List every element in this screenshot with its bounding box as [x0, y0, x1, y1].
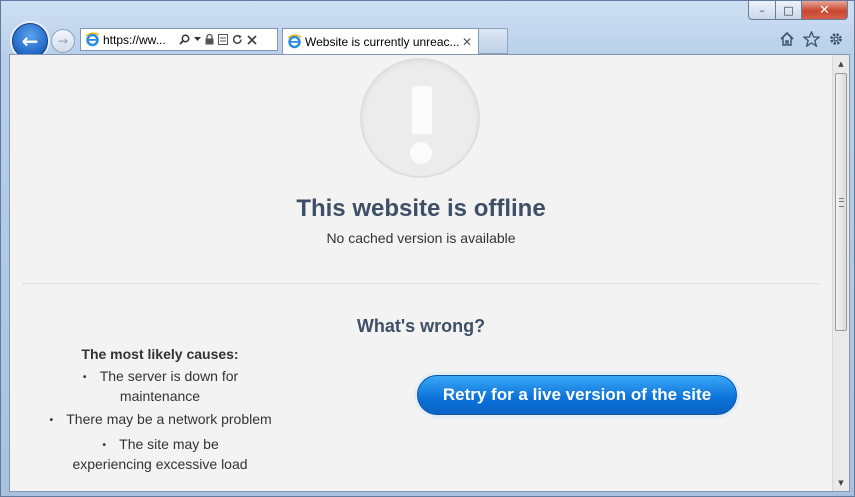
browser-window: – □ ✕ ← → https://ww... Website is curre…: [0, 0, 855, 497]
offline-page: This website is offline No cached versio…: [10, 55, 832, 491]
page-title: This website is offline: [296, 195, 546, 222]
settings-gear-icon[interactable]: [828, 31, 844, 51]
address-bar[interactable]: https://ww...: [80, 28, 278, 51]
minimize-button[interactable]: –: [748, 1, 776, 20]
list-item: • There may be a network problem: [48, 411, 272, 427]
tab-title: Website is currently unreac...: [305, 34, 459, 49]
causes-heading: The most likely causes:: [81, 346, 239, 362]
tab-current[interactable]: Website is currently unreac... ✕: [282, 28, 479, 54]
dropdown-icon[interactable]: [194, 37, 201, 42]
retry-button[interactable]: Retry for a live version of the site: [417, 375, 737, 415]
scroll-thumb[interactable]: [835, 73, 847, 331]
close-window-button[interactable]: ✕: [802, 1, 848, 20]
scroll-down-icon[interactable]: ▼: [833, 474, 849, 491]
vertical-scrollbar[interactable]: ▲ ▼: [832, 55, 849, 491]
divider: [23, 283, 819, 284]
search-icon[interactable]: [179, 34, 190, 45]
whats-wrong-heading: What's wrong?: [356, 316, 486, 336]
list-item: • The site may be experiencing excessive …: [72, 436, 248, 472]
new-tab-button[interactable]: [479, 28, 508, 54]
page-subtitle: No cached version is available: [326, 230, 516, 246]
exclamation-icon: [360, 58, 480, 178]
favorites-star-icon[interactable]: [802, 30, 821, 51]
stop-icon[interactable]: [247, 34, 257, 45]
lock-icon[interactable]: [205, 34, 214, 45]
home-icon[interactable]: [779, 31, 795, 51]
list-item: • The server is down for maintenance: [81, 368, 239, 404]
forward-button[interactable]: →: [51, 29, 75, 53]
compat-view-icon[interactable]: [218, 34, 228, 45]
refresh-icon[interactable]: [232, 34, 243, 45]
maximize-button[interactable]: □: [776, 1, 802, 20]
scroll-up-icon[interactable]: ▲: [833, 55, 849, 72]
page-viewport: This website is offline No cached versio…: [9, 54, 850, 492]
close-tab-icon[interactable]: ✕: [459, 35, 475, 49]
ie-logo-icon: [85, 32, 100, 47]
ie-logo-icon: [287, 34, 302, 49]
window-caption-buttons: – □ ✕: [748, 1, 848, 20]
address-url[interactable]: https://ww...: [103, 33, 175, 47]
causes-list: The most likely causes: • The server is d…: [40, 346, 280, 478]
